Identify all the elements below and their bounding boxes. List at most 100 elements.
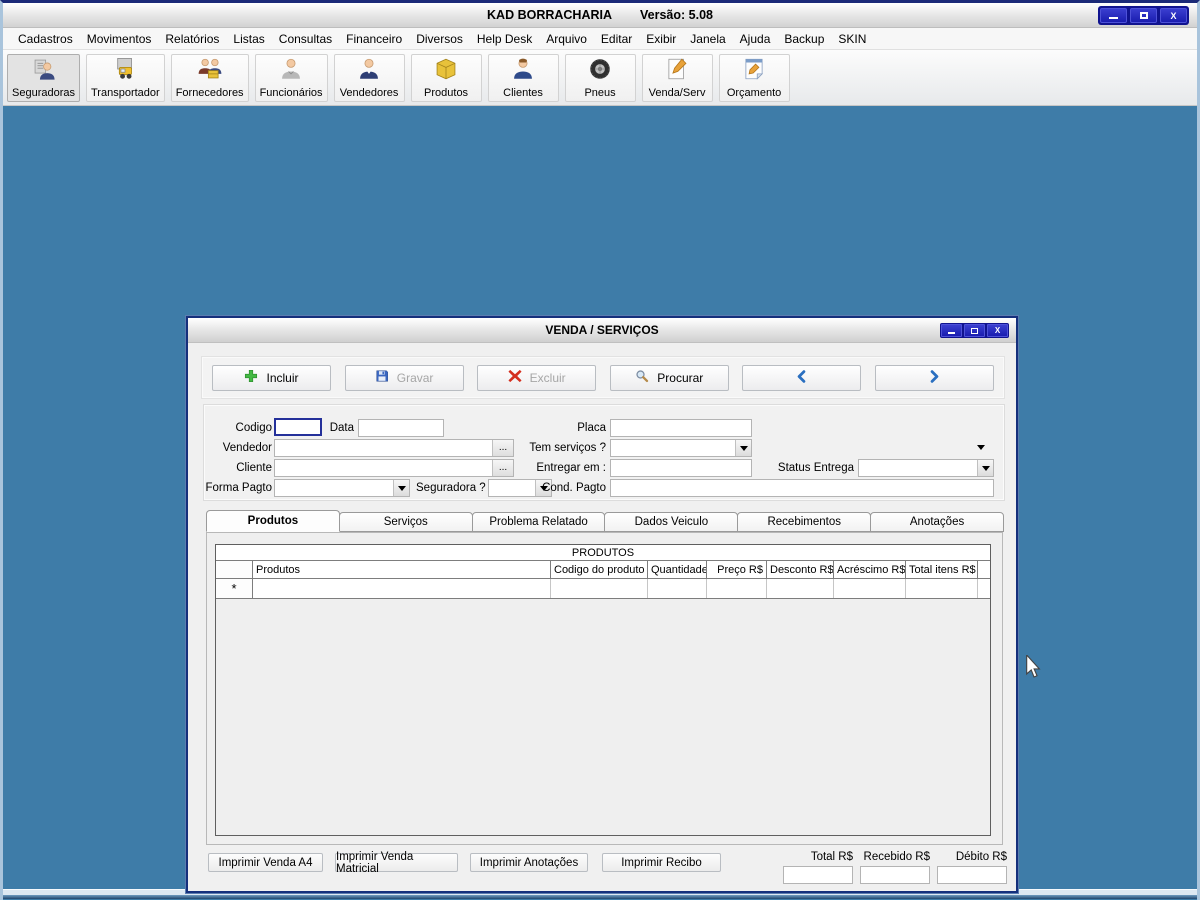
previous-record-button[interactable]: [742, 364, 862, 391]
menu-editar[interactable]: Editar: [594, 30, 639, 48]
column-header-quantidade[interactable]: Quantidade: [648, 561, 707, 578]
toolbar-fornecedores-button[interactable]: Fornecedores: [170, 53, 249, 102]
cell-quantidade[interactable]: [648, 579, 707, 598]
tem-servicos-dropdown[interactable]: [610, 439, 752, 457]
codigo-input[interactable]: [274, 418, 322, 436]
vendedor-browse-button[interactable]: ...: [492, 440, 513, 456]
cond-pagto-input[interactable]: [610, 479, 994, 497]
dialog-minimize-icon[interactable]: [941, 324, 962, 337]
tab-dados-veiculo[interactable]: Dados Veiculo: [604, 512, 739, 532]
imprimir-anotacoes-button[interactable]: Imprimir Anotações: [470, 853, 588, 872]
tire-icon: [587, 56, 613, 87]
unlabeled-dropdown[interactable]: [970, 440, 992, 454]
column-header-total-itens[interactable]: Total itens R$: [906, 561, 978, 578]
cell-preco[interactable]: [707, 579, 767, 598]
column-header-acrescimo[interactable]: Acréscimo R$: [834, 561, 906, 578]
gravar-button[interactable]: Gravar: [344, 364, 464, 391]
debito-input[interactable]: [937, 866, 1007, 884]
status-entrega-label: Status Entrega: [777, 462, 854, 474]
dialog-window-controls: X: [940, 323, 1009, 338]
toolbar-label: Orçamento: [726, 86, 782, 99]
chevron-down-icon: [977, 444, 985, 450]
menu-movimentos[interactable]: Movimentos: [80, 30, 159, 48]
red-x-icon: [508, 369, 522, 386]
toolbar-pneus-button[interactable]: Pneus: [564, 53, 636, 102]
imprimir-venda-a4-button[interactable]: Imprimir Venda A4: [208, 853, 323, 872]
column-header-codigo-produto[interactable]: Codigo do produto: [551, 561, 648, 578]
tem-servicos-label: Tem serviços ?: [529, 442, 606, 454]
cell-produtos[interactable]: [253, 579, 551, 598]
incluir-label: Incluir: [266, 370, 299, 385]
client-person-icon: [510, 56, 536, 87]
recebido-label: Recebido R$: [863, 851, 930, 863]
app-version: Versão: 5.08: [640, 8, 713, 22]
grid-group-header: PRODUTOS: [216, 545, 990, 561]
toolbar-vendedores-button[interactable]: Vendedores: [333, 53, 405, 102]
procurar-button[interactable]: Procurar: [609, 364, 729, 391]
cell-total-itens[interactable]: [906, 579, 978, 598]
tab-problema-relatado[interactable]: Problema Relatado: [471, 512, 606, 532]
grid-new-row[interactable]: *: [216, 579, 990, 599]
tab-servicos[interactable]: Serviços: [338, 512, 473, 532]
chevron-left-icon: [795, 369, 808, 386]
menu-janela[interactable]: Janela: [683, 30, 732, 48]
menu-listas[interactable]: Listas: [226, 30, 271, 48]
menu-skin[interactable]: SKIN: [831, 30, 873, 48]
procurar-label: Procurar: [657, 370, 704, 385]
cell-codigo[interactable]: [551, 579, 648, 598]
menu-diversos[interactable]: Diversos: [409, 30, 470, 48]
recebido-input[interactable]: [860, 866, 930, 884]
toolbar-transportador-button[interactable]: Transportador: [86, 53, 165, 102]
menu-exibir[interactable]: Exibir: [639, 30, 683, 48]
column-header-produtos[interactable]: Produtos: [253, 561, 551, 578]
vendedor-input[interactable]: ...: [274, 439, 514, 457]
dialog-maximize-icon[interactable]: [964, 324, 985, 337]
forma-pagto-label: Forma Pagto: [205, 482, 272, 494]
data-input[interactable]: [358, 419, 444, 437]
total-input[interactable]: [783, 866, 853, 884]
toolbar-orcamento-button[interactable]: Orçamento: [718, 53, 790, 102]
menu-ajuda[interactable]: Ajuda: [733, 30, 778, 48]
entregar-em-input[interactable]: [610, 459, 752, 477]
placa-input[interactable]: [610, 419, 752, 437]
cliente-input[interactable]: ...: [274, 459, 514, 477]
incluir-button[interactable]: Incluir: [212, 364, 331, 391]
forma-pagto-dropdown[interactable]: [274, 479, 410, 497]
close-icon[interactable]: X: [1160, 8, 1187, 23]
excluir-button[interactable]: Excluir: [477, 364, 597, 391]
toolbar-clientes-button[interactable]: Clientes: [487, 53, 559, 102]
dialog-close-icon[interactable]: X: [987, 324, 1008, 337]
grid-header-row: Produtos Codigo do produto Quantidade Pr…: [216, 561, 990, 579]
menu-consultas[interactable]: Consultas: [272, 30, 339, 48]
status-entrega-dropdown[interactable]: [858, 459, 994, 477]
toolbar-label: Produtos: [424, 86, 469, 99]
column-header-desconto[interactable]: Desconto R$: [767, 561, 834, 578]
tab-produtos[interactable]: Produtos: [206, 510, 340, 532]
tab-recebimentos[interactable]: Recebimentos: [737, 512, 872, 532]
grid-selector-header: [216, 561, 253, 578]
quote-doc-pencil-icon: [741, 56, 767, 87]
seguradora-label: Seguradora ?: [416, 482, 486, 494]
menu-relatorios[interactable]: Relatórios: [158, 30, 226, 48]
cell-desconto[interactable]: [767, 579, 834, 598]
maximize-icon[interactable]: [1130, 8, 1157, 23]
menu-arquivo[interactable]: Arquivo: [539, 30, 594, 48]
toolbar-seguradoras-button[interactable]: Seguradoras: [7, 53, 80, 102]
menu-helpdesk[interactable]: Help Desk: [470, 30, 539, 48]
tab-anotacoes[interactable]: Anotações: [870, 512, 1004, 532]
next-record-button[interactable]: [874, 364, 994, 391]
toolbar-produtos-button[interactable]: Produtos: [410, 53, 482, 102]
cliente-browse-button[interactable]: ...: [492, 460, 513, 476]
yellow-box-icon: [433, 56, 459, 87]
imprimir-recibo-button[interactable]: Imprimir Recibo: [602, 853, 721, 872]
menu-backup[interactable]: Backup: [777, 30, 831, 48]
column-header-preco[interactable]: Preço R$: [707, 561, 767, 578]
toolbar-funcionarios-button[interactable]: Funcionários: [254, 53, 328, 102]
menu-financeiro[interactable]: Financeiro: [339, 30, 409, 48]
imprimir-venda-matricial-button[interactable]: Imprimir Venda Matricial: [335, 851, 458, 875]
toolbar-venda-serv-button[interactable]: Venda/Serv: [641, 53, 713, 102]
cell-acrescimo[interactable]: [834, 579, 906, 598]
minimize-icon[interactable]: [1100, 8, 1127, 23]
menu-cadastros[interactable]: Cadastros: [11, 30, 80, 48]
data-label: Data: [329, 422, 354, 434]
